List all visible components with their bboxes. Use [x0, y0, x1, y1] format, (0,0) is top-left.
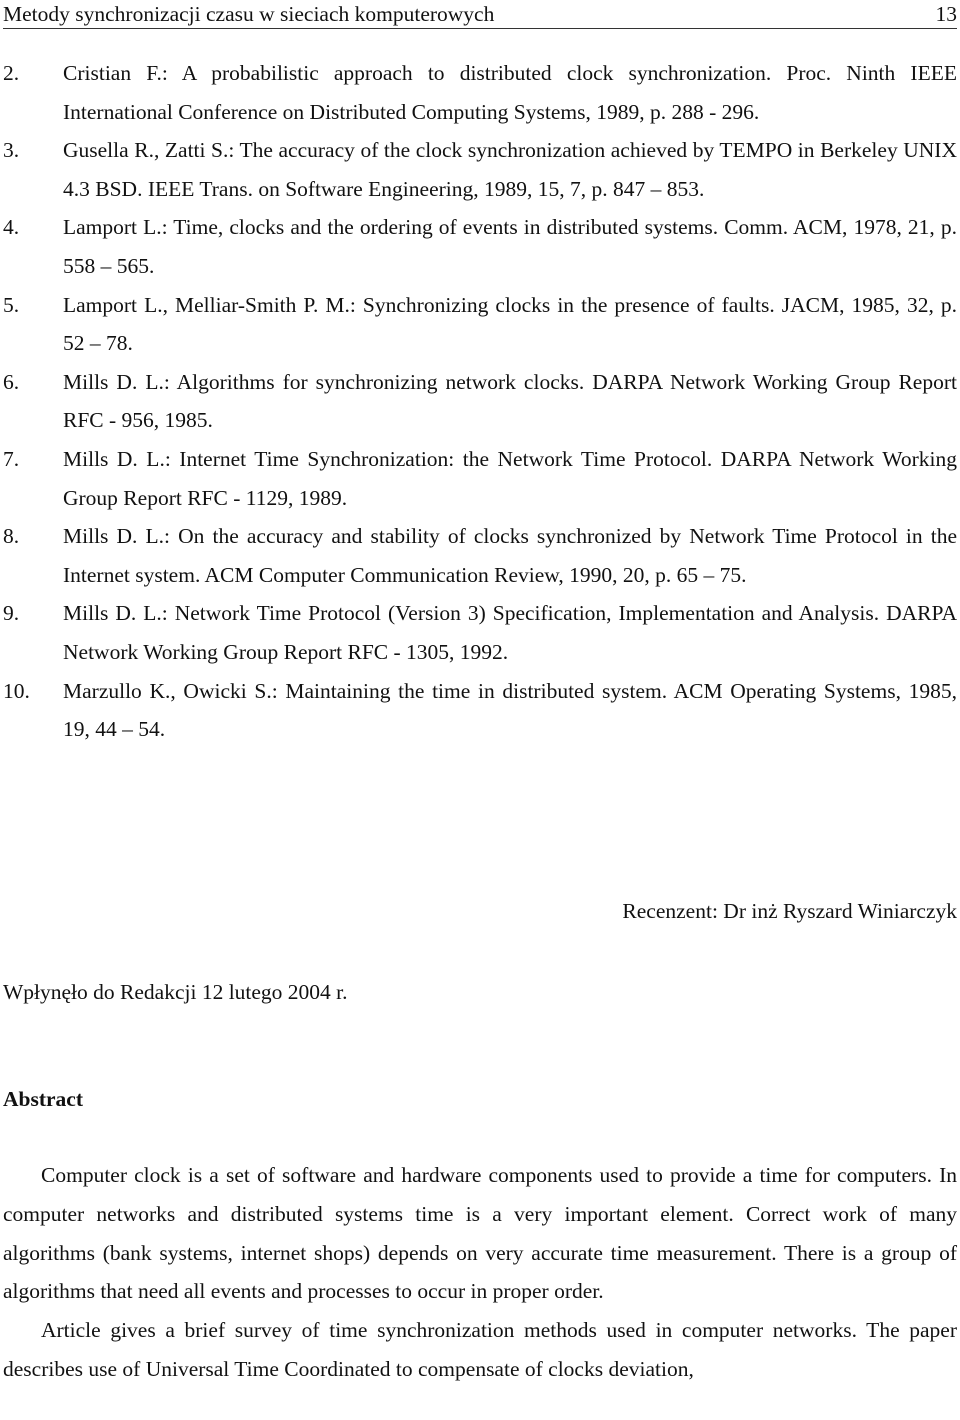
reference-text: Mills D. L.: Algorithms for synchronizin… [63, 369, 957, 433]
reference-item: 8. Mills D. L.: On the accuracy and stab… [3, 517, 957, 594]
reference-text: Gusella R., Zatti S.: The accuracy of th… [63, 138, 957, 201]
abstract-paragraph: Article gives a brief survey of time syn… [3, 1318, 957, 1381]
reference-number: 2. [3, 61, 20, 85]
reference-item: 3. Gusella R., Zatti S.: The accuracy of… [3, 131, 957, 208]
reference-item: 5. Lamport L., Melliar-Smith P. M.: Sync… [3, 286, 957, 363]
reviewer-note: Recenzent: Dr inż Ryszard Winiarczyk [622, 899, 957, 923]
running-title: Metody synchronizacji czasu w sieciach k… [3, 2, 495, 26]
page-number: 13 [935, 2, 958, 26]
reference-item: 7. Mills D. L.: Internet Time Synchroniz… [3, 440, 957, 517]
reference-number: 5. [3, 292, 20, 317]
reference-text: Lamport L., Melliar-Smith P. M.: Synchro… [63, 292, 957, 356]
reference-text: Mills D. L.: Network Time Protocol (Vers… [63, 601, 957, 664]
received-date-note: Wpłynęło do Redakcji 12 lutego 2004 r. [3, 980, 348, 1004]
page-header: Metody synchronizacji czasu w sieciach k… [3, 0, 957, 29]
reference-number: 7. [3, 446, 20, 471]
reference-list: 2. Cristian F.: A probabilistic approach… [3, 54, 957, 749]
reference-number: 3. [3, 138, 20, 163]
reference-item: 9. Mills D. L.: Network Time Protocol (V… [3, 594, 957, 671]
abstract-heading: Abstract [3, 1087, 84, 1111]
reference-item: 10. Marzullo K., Owicki S.: Maintaining … [3, 672, 957, 749]
reference-item: 2. Cristian F.: A probabilistic approach… [3, 54, 957, 131]
reference-text: Mills D. L.: On the accuracy and stabili… [63, 524, 957, 587]
reference-number: 4. [3, 215, 20, 240]
reference-text: Mills D. L.: Internet Time Synchronizati… [63, 446, 957, 510]
reference-number: 6. [3, 369, 20, 394]
reference-text: Lamport L.: Time, clocks and the orderin… [63, 215, 957, 278]
abstract-body: Computer clock is a set of software and … [3, 1156, 957, 1389]
reference-number: 8. [3, 524, 20, 549]
reference-text: Cristian F.: A probabilistic approach to… [63, 61, 957, 124]
abstract-paragraph: Computer clock is a set of software and … [3, 1163, 957, 1304]
reference-item: 6. Mills D. L.: Algorithms for synchroni… [3, 363, 957, 440]
reference-item: 4. Lamport L.: Time, clocks and the orde… [3, 208, 957, 285]
reference-text: Marzullo K., Owicki S.: Maintaining the … [63, 678, 957, 742]
reference-number: 10. [3, 678, 30, 703]
reference-number: 9. [3, 601, 20, 626]
